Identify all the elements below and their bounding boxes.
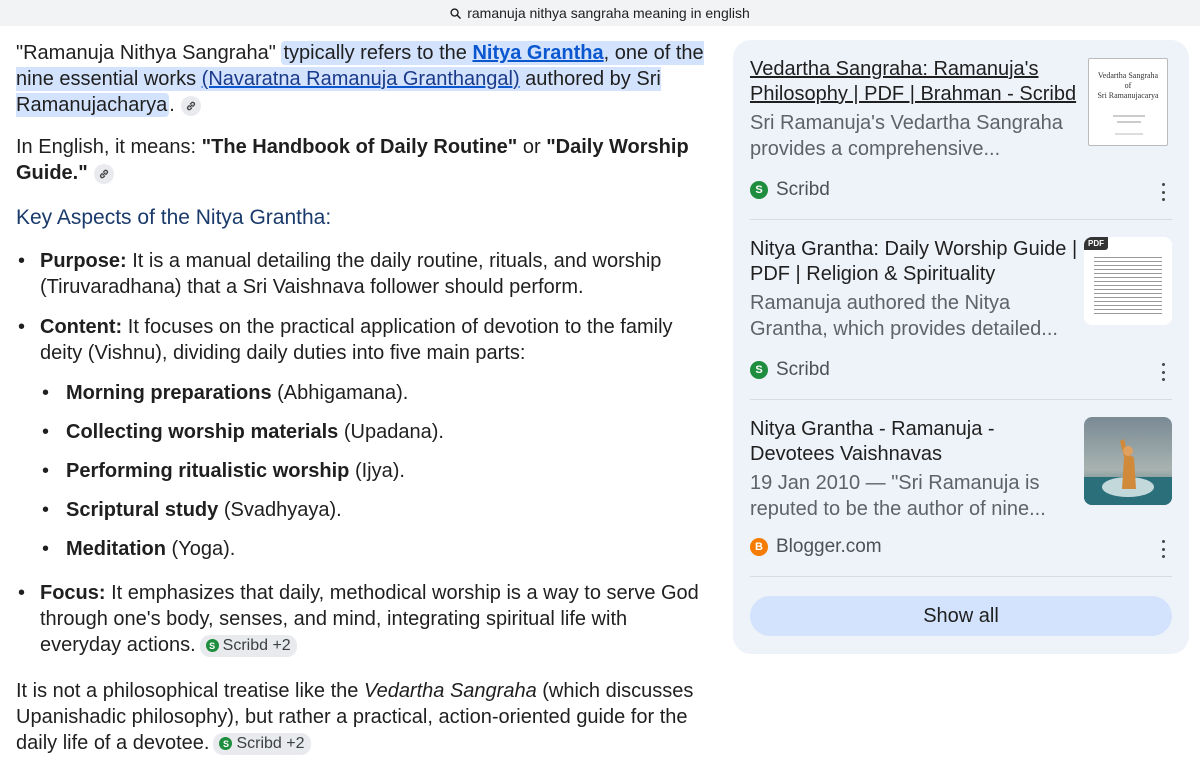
source-thumbnail: PDF — [1084, 237, 1172, 325]
list-item: Scriptural study (Svadhyaya). — [40, 497, 706, 523]
part-name: Meditation — [66, 538, 166, 560]
more-options-icon[interactable] — [1160, 183, 1166, 201]
more-options-icon[interactable] — [1160, 540, 1166, 558]
section-heading: Key Aspects of the Nitya Grantha: — [16, 206, 332, 229]
intro-paragraph: "Ramanuja Nithya Sangraha" typically ref… — [16, 40, 706, 118]
list-item-content: Content: It focuses on the practical app… — [16, 314, 706, 562]
scribd-logo-icon: S — [205, 639, 219, 653]
focus-text: It emphasizes that daily, methodical wor… — [40, 582, 699, 656]
source-chip-label: Scribd +2 — [222, 636, 291, 654]
search-query: ramanuja nithya sangraha meaning in engl… — [467, 5, 750, 21]
show-all-button[interactable]: Show all — [750, 596, 1172, 636]
thumb-of: of — [1124, 81, 1132, 90]
pdf-badge: PDF — [1084, 237, 1108, 250]
source-snippet: Ramanuja authored the Nitya Grantha, whi… — [750, 292, 1058, 340]
list-item-purpose: Purpose: It is a manual detailing the da… — [16, 248, 706, 300]
source-chip[interactable]: S Scribd +2 — [213, 732, 311, 755]
source-chip[interactable]: S Scribd +2 — [199, 634, 297, 657]
source-title[interactable]: Nitya Grantha - Ramanuja - Devotees Vais… — [750, 417, 1078, 467]
meaning-before: In English, it means: — [16, 136, 202, 158]
source-chip-label: Scribd +2 — [236, 734, 305, 752]
closing-paragraph: It is not a philosophical treatise like … — [16, 678, 706, 756]
source-site-name: Scribd — [776, 359, 830, 380]
link-icon[interactable] — [93, 163, 114, 184]
scribd-logo-icon: S — [750, 361, 768, 379]
content-label: Content: — [40, 316, 123, 338]
scribd-logo-icon: S — [750, 181, 768, 199]
meaning-paragraph: In English, it means: "The Handbook of D… — [16, 134, 706, 186]
source-thumbnail: Vedartha Sangraha of Sri Ramanujacarya — [1088, 58, 1168, 146]
source-thumbnail — [1084, 417, 1172, 505]
part-name: Performing ritualistic worship — [66, 460, 350, 482]
thumb-author: Sri Ramanujacarya — [1097, 91, 1159, 100]
source-site-name: Blogger.com — [776, 536, 882, 557]
search-bar[interactable]: ramanuja nithya sangraha meaning in engl… — [0, 0, 1200, 26]
more-options-icon[interactable] — [1160, 363, 1166, 381]
focus-label: Focus: — [40, 582, 106, 604]
part-name: Collecting worship materials — [66, 421, 339, 443]
list-item: Performing ritualistic worship (Ijya). — [40, 458, 706, 484]
intro-text: "Ramanuja Nithya Sangraha" — [16, 42, 282, 64]
meaning-mid: or — [517, 136, 547, 158]
source-snippet: Sri Ramanuja's Vedartha Sangraha provide… — [750, 112, 1063, 160]
thumb-title: Vedartha Sangraha — [1097, 71, 1159, 80]
part-detail: (Ijya). — [349, 460, 405, 482]
meaning-term-1: "The Handbook of Daily Routine" — [201, 136, 518, 158]
source-title[interactable]: Vedartha Sangraha: Ramanuja's Philosophy… — [750, 57, 1078, 107]
source-card[interactable]: Vedartha Sangraha: Ramanuja's Philosophy… — [750, 40, 1172, 220]
list-item: Morning preparations (Abhigamana). — [40, 380, 706, 406]
source-snippet: 19 Jan 2010 — "Sri Ramanuja is reputed t… — [750, 472, 1046, 520]
source-site: B Blogger.com — [750, 536, 882, 558]
search-icon — [450, 7, 462, 19]
list-item: Collecting worship materials (Upadana). — [40, 419, 706, 445]
closing-italic: Vedartha Sangraha — [363, 680, 537, 702]
source-site-name: Scribd — [776, 179, 830, 200]
ai-answer: "Ramanuja Nithya Sangraha" typically ref… — [16, 40, 706, 776]
content-text: It focuses on the practical application … — [40, 316, 673, 364]
part-name: Morning preparations — [66, 382, 272, 404]
source-site: S Scribd — [750, 359, 830, 381]
source-card[interactable]: Nitya Grantha - Ramanuja - Devotees Vais… — [750, 400, 1172, 577]
list-item: Meditation (Yoga). — [40, 536, 706, 562]
sources-panel: Vedartha Sangraha: Ramanuja's Philosophy… — [733, 40, 1189, 654]
closing-before: It is not a philosophical treatise like … — [16, 680, 364, 702]
purpose-label: Purpose: — [40, 250, 127, 272]
key-aspects-list: Purpose: It is a manual detailing the da… — [16, 248, 706, 658]
part-detail: (Yoga). — [166, 538, 236, 560]
part-detail: (Svadhyaya). — [218, 499, 342, 521]
link-icon[interactable] — [180, 95, 201, 116]
purpose-text: It is a manual detailing the daily routi… — [40, 250, 662, 298]
part-detail: (Abhigamana). — [271, 382, 409, 404]
source-site: S Scribd — [750, 179, 830, 201]
intro-highlight-1: typically refers to the — [283, 42, 473, 64]
daily-parts-list: Morning preparations (Abhigamana). Colle… — [40, 380, 706, 562]
part-detail: (Upadana). — [338, 421, 444, 443]
source-card[interactable]: Nitya Grantha: Daily Worship Guide | PDF… — [750, 220, 1172, 400]
blogger-logo-icon: B — [750, 538, 768, 556]
nitya-grantha-link[interactable]: Nitya Grantha — [472, 42, 603, 64]
navaratna-link[interactable]: (Navaratna Ramanuja Granthangal) — [202, 68, 520, 90]
source-title[interactable]: Nitya Grantha: Daily Worship Guide | PDF… — [750, 237, 1078, 287]
scribd-logo-icon: S — [219, 737, 233, 751]
list-item-focus: Focus: It emphasizes that daily, methodi… — [16, 580, 706, 658]
intro-end: . — [169, 94, 175, 116]
part-name: Scriptural study — [66, 499, 219, 521]
